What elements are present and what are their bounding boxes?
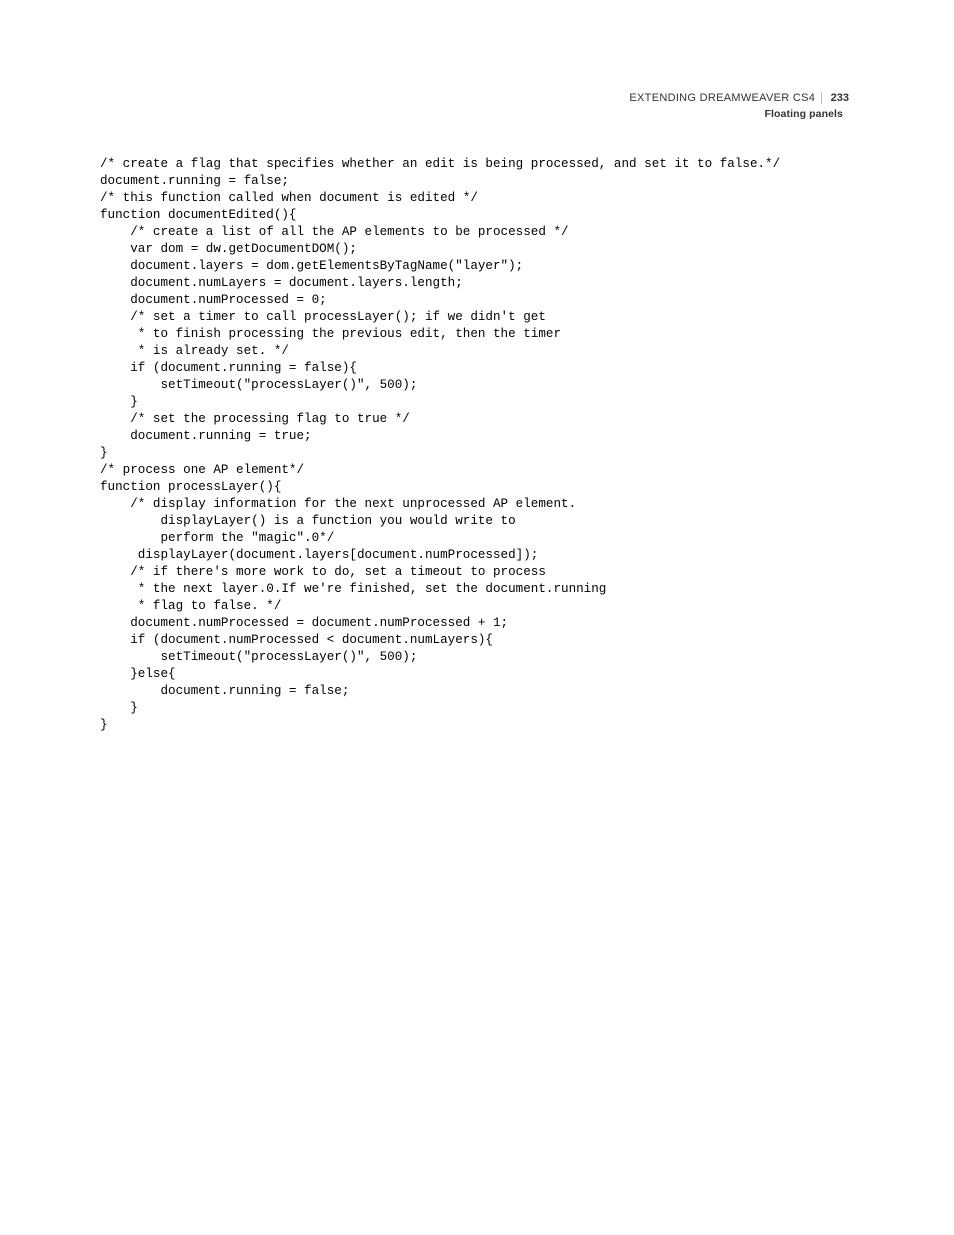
page-number: 233 [827, 92, 849, 104]
header-title: EXTENDING DREAMWEAVER CS4 [629, 92, 822, 104]
page-header: EXTENDING DREAMWEAVER CS4 233 Floating p… [629, 88, 849, 120]
code-listing: /* create a flag that specifies whether … [100, 156, 894, 734]
header-section: Floating panels [629, 108, 849, 120]
